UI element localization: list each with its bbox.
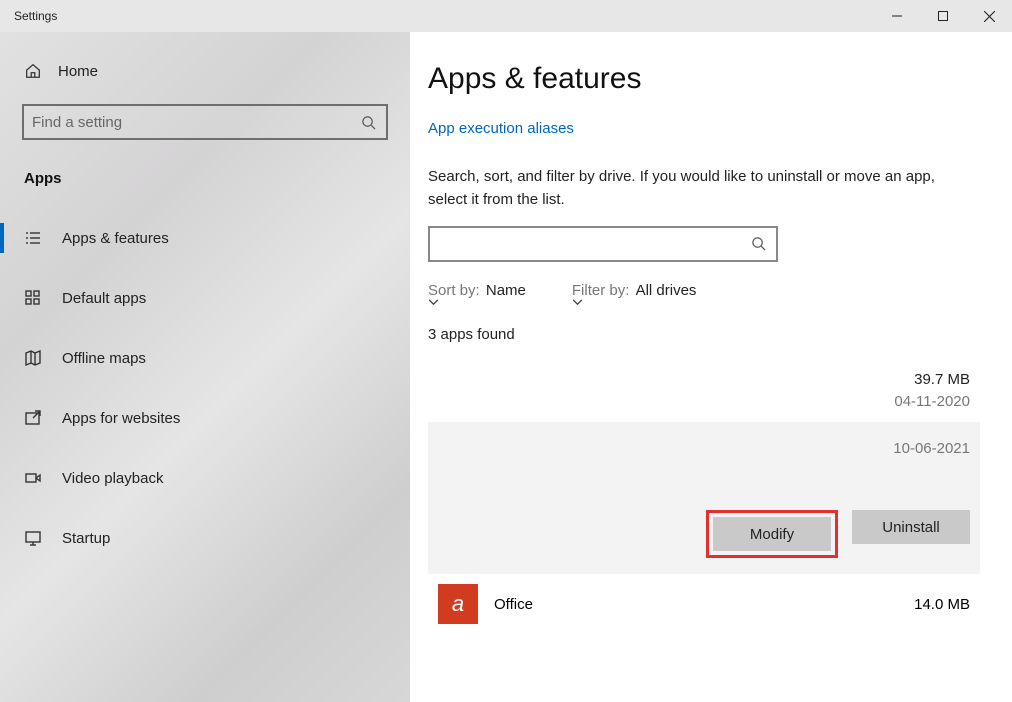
app-date: 04-11-2020 (438, 391, 970, 414)
description-text: Search, sort, and filter by drive. If yo… (428, 165, 948, 212)
app-meta: 39.7 MB 04-11-2020 (438, 369, 970, 414)
settings-search-wrap (22, 104, 388, 140)
sidebar-item-label: Video playback (62, 470, 163, 487)
sort-label: Sort by: (428, 282, 480, 299)
sidebar-item-label: Offline maps (62, 350, 146, 367)
search-icon (361, 115, 376, 130)
home-icon (24, 62, 42, 80)
sidebar-item-apps-features[interactable]: Apps & features (0, 215, 410, 261)
sidebar-item-offline-maps[interactable]: Offline maps (0, 335, 410, 381)
sidebar-item-default-apps[interactable]: Default apps (0, 275, 410, 321)
sidebar-item-label: Default apps (62, 290, 146, 307)
map-icon (24, 349, 42, 367)
uninstall-button[interactable]: Uninstall (852, 510, 970, 544)
app-size: 14.0 MB (914, 596, 970, 613)
sidebar-item-video-playback[interactable]: Video playback (0, 455, 410, 501)
settings-search-input[interactable] (32, 114, 361, 131)
filter-dropdown[interactable]: Filter by: All drives (572, 282, 703, 306)
app-list-search[interactable] (428, 226, 778, 262)
sidebar-item-label: Apps for websites (62, 410, 180, 427)
app-list: 39.7 MB 04-11-2020 10-06-2021 Modify Uni… (428, 361, 980, 625)
results-count: 3 apps found (428, 326, 984, 343)
app-row[interactable]: 39.7 MB 04-11-2020 (428, 361, 980, 422)
modify-highlight: Modify (706, 510, 838, 558)
home-nav[interactable]: Home (0, 56, 410, 86)
sidebar-item-apps-websites[interactable]: Apps for websites (0, 395, 410, 441)
filter-value: All drives (636, 282, 697, 299)
window-controls (874, 0, 1012, 32)
page-title: Apps & features (428, 62, 984, 96)
sidebar-nav: Apps & features Default apps (0, 215, 410, 575)
list-icon (24, 229, 42, 247)
app-actions: Modify Uninstall (438, 510, 970, 558)
sidebar-item-label: Startup (62, 530, 110, 547)
app-name: Office (494, 596, 898, 613)
titlebar: Settings (0, 0, 1012, 32)
sidebar: Home Apps (0, 32, 410, 702)
search-icon (751, 236, 766, 251)
app-date: 10-06-2021 (438, 438, 970, 461)
home-label: Home (58, 63, 98, 80)
modify-button[interactable]: Modify (713, 517, 831, 551)
close-button[interactable] (966, 0, 1012, 32)
list-filters: Sort by: Name Filter by: All drives (428, 282, 984, 306)
grid-icon (24, 289, 42, 307)
content-pane: Apps & features App execution aliases Se… (410, 32, 1012, 702)
external-icon (24, 409, 42, 427)
minimize-button[interactable] (874, 0, 920, 32)
chevron-down-icon (428, 299, 532, 306)
maximize-button[interactable] (920, 0, 966, 32)
app-row-office[interactable]: a Office 14.0 MB (428, 574, 980, 624)
settings-search[interactable] (22, 104, 388, 140)
office-icon: a (438, 584, 478, 624)
settings-window: Settings Home (0, 0, 1012, 702)
filter-label: Filter by: (572, 282, 630, 299)
window-title: Settings (0, 9, 57, 23)
sort-value: Name (486, 282, 526, 299)
sidebar-section-header: Apps (0, 170, 410, 215)
app-row-selected[interactable]: 10-06-2021 Modify Uninstall (428, 422, 980, 575)
video-icon (24, 469, 42, 487)
sidebar-item-label: Apps & features (62, 230, 169, 247)
chevron-down-icon (572, 299, 703, 306)
app-execution-aliases-link[interactable]: App execution aliases (428, 120, 574, 137)
app-meta: 10-06-2021 (438, 438, 970, 461)
sidebar-item-startup[interactable]: Startup (0, 515, 410, 561)
startup-icon (24, 529, 42, 547)
window-body: Home Apps (0, 32, 1012, 702)
sort-dropdown[interactable]: Sort by: Name (428, 282, 532, 306)
app-size: 39.7 MB (438, 369, 970, 392)
